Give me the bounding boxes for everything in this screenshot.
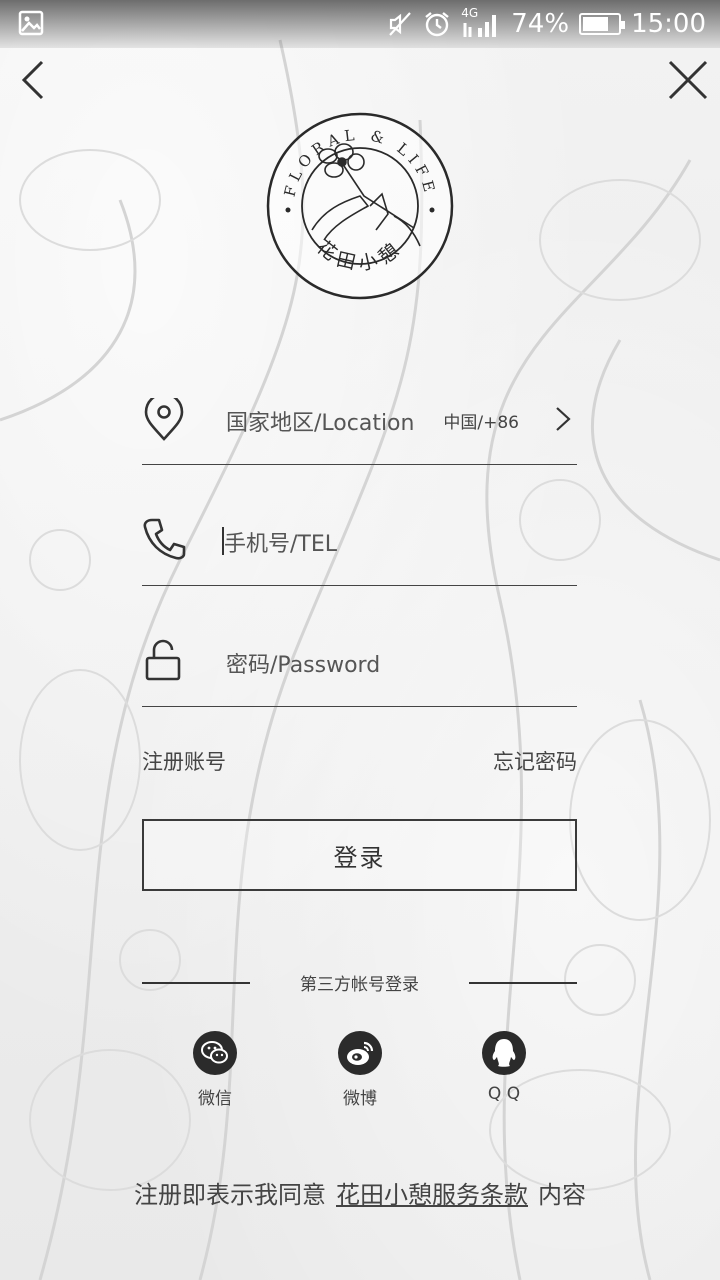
- battery-level: [583, 17, 609, 31]
- phone-icon: [143, 518, 186, 560]
- account-links: 注册账号 忘记密码: [142, 746, 577, 776]
- third-party-divider: 第三方帐号登录: [142, 966, 577, 998]
- alarm-icon: [425, 12, 450, 37]
- close-icon[interactable]: [666, 56, 710, 104]
- qq-icon: [482, 1031, 526, 1075]
- qq-label: Q Q: [487, 1084, 521, 1104]
- battery-percent: 74%: [511, 9, 570, 39]
- location-label: 国家地区/Location: [226, 411, 415, 436]
- location-row[interactable]: 国家地区/Location 中国/+86: [142, 344, 577, 465]
- wechat-login-button[interactable]: 微信: [170, 1031, 260, 1109]
- location-value[interactable]: 中国/+86: [443, 408, 519, 433]
- login-form: 国家地区/Location 中国/+86 手机号/TEL 密码/Password: [142, 344, 577, 707]
- weibo-label: 微博: [343, 1089, 377, 1109]
- battery-icon: [579, 13, 626, 35]
- weibo-icon: [338, 1031, 382, 1075]
- password-row[interactable]: 密码/Password: [142, 586, 577, 707]
- weibo-login-button[interactable]: 微博: [315, 1031, 405, 1109]
- terms-suffix: 内容: [538, 1181, 586, 1209]
- brand-logo: FLORAL & LIFE 花田小憩: [264, 110, 456, 302]
- phone-input[interactable]: 手机号/TEL: [224, 526, 337, 558]
- forgot-password-link[interactable]: 忘记密码: [493, 746, 577, 776]
- unlock-icon: [145, 639, 181, 681]
- terms-prefix: 注册即表示我同意: [134, 1181, 326, 1209]
- image-notification-icon: [18, 10, 44, 36]
- register-link[interactable]: 注册账号: [142, 746, 226, 776]
- mute-icon: [389, 12, 412, 36]
- divider-line-right: [469, 982, 577, 984]
- back-icon[interactable]: [16, 58, 56, 102]
- chevron-right-icon[interactable]: [555, 406, 571, 432]
- wechat-icon: [193, 1031, 237, 1075]
- location-pin-icon: [144, 398, 184, 441]
- qq-login-button[interactable]: Q Q: [459, 1031, 549, 1104]
- password-input[interactable]: 密码/Password: [226, 647, 380, 679]
- signal-indicator: 4G: [461, 6, 501, 39]
- terms-link[interactable]: 花田小憩服务条款: [336, 1181, 528, 1209]
- login-button[interactable]: 登录: [142, 819, 577, 891]
- phone-row[interactable]: 手机号/TEL: [142, 465, 577, 586]
- signal-icon: [463, 15, 497, 37]
- clock: 15:00: [631, 9, 706, 39]
- wechat-label: 微信: [198, 1089, 232, 1109]
- terms-notice: 注册即表示我同意 花田小憩服务条款 内容: [0, 1175, 720, 1210]
- status-bar: 4G 74% 15:00: [0, 0, 720, 48]
